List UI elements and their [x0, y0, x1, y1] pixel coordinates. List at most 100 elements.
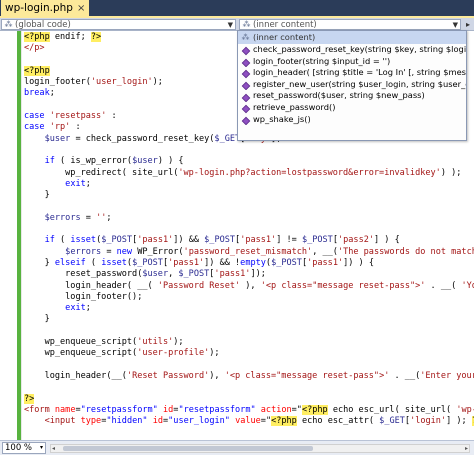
code-token: ( is_wp_error(: [54, 156, 133, 167]
code-token: =: [80, 212, 97, 223]
code-token: ]) &&: [173, 235, 205, 246]
code-token: 'The passwords do not match.': [337, 246, 474, 257]
code-token: "resetpassform": [178, 404, 256, 415]
code-token: }: [24, 257, 55, 268]
code-token: ;: [85, 178, 91, 189]
code-token: endif;: [49, 32, 91, 42]
code-token: "resetpassform": [80, 404, 158, 415]
code-token: . __(: [425, 280, 462, 291]
code-line[interactable]: <input type="hidden" id="user_login" val…: [24, 416, 474, 427]
horizontal-scrollbar[interactable]: ◂ ▸: [50, 444, 470, 453]
code-line[interactable]: $errors = new WP_Error('password_reset_m…: [24, 247, 474, 258]
code-token: =": [291, 404, 302, 415]
scroll-right-icon[interactable]: ▸: [465, 445, 468, 452]
code-token: $user: [44, 133, 71, 144]
code-line[interactable]: [24, 224, 474, 235]
code-token: <input: [44, 416, 76, 427]
code-token: );: [209, 348, 220, 359]
code-token: wp_redirect( site_url(: [24, 167, 179, 178]
code-line[interactable]: <form name="resetpassform" id="resetpass…: [24, 404, 474, 416]
method-icon: [241, 92, 250, 101]
code-token: '<p class="message reset-pass">': [224, 370, 390, 381]
member-dropdown-list[interactable]: ⁂ (inner content) check_password_reset_k…: [237, 30, 467, 141]
chevron-down-icon[interactable]: ▾: [40, 443, 43, 453]
code-line[interactable]: exit;: [24, 303, 474, 314]
dropdown-item[interactable]: login_footer(string $input_id = ''): [238, 56, 466, 68]
code-token: 'password_reset_mismatch': [183, 246, 313, 257]
code-token: ] !=: [276, 235, 302, 246]
code-token: $errors: [65, 246, 102, 257]
code-line[interactable]: [24, 360, 474, 371]
code-token: 'Enter your new passw: [420, 370, 474, 381]
code-token: =: [101, 246, 117, 257]
code-line[interactable]: wp_enqueue_script('user-profile');: [24, 348, 474, 359]
code-token: 'Reset Password': [126, 370, 210, 381]
scrollbar-thumb[interactable]: [63, 446, 313, 451]
scroll-left-icon[interactable]: ◂: [52, 445, 55, 452]
code-line[interactable]: exit;: [24, 179, 474, 190]
dropdown-item[interactable]: check_password_reset_key(string $key, st…: [238, 44, 466, 56]
code-token: type: [80, 416, 102, 427]
code-token: case: [24, 122, 45, 133]
scope-combo[interactable]: ⁂ (global code) ▼: [1, 19, 236, 30]
nav-scroll-icon[interactable]: ▸: [463, 19, 473, 30]
code-line[interactable]: if ( is_wp_error($user) ) {: [24, 156, 474, 167]
dropdown-item[interactable]: login_header( [string $title = 'Log In' …: [238, 67, 466, 79]
code-line[interactable]: wp_redirect( site_url('wp-login.php?acti…: [24, 168, 474, 179]
chevron-down-icon[interactable]: ▼: [453, 20, 458, 29]
close-icon[interactable]: ×: [77, 3, 85, 14]
code-line[interactable]: }: [24, 314, 474, 325]
dropdown-item-label: register_new_user(string $user_login, st…: [253, 78, 466, 89]
code-token: 'pass1': [137, 235, 174, 246]
dropdown-item[interactable]: register_new_user(string $user_login, st…: [238, 79, 466, 91]
code-line[interactable]: [24, 427, 474, 438]
dropdown-item[interactable]: retrieve_password(): [238, 102, 466, 114]
code-token: ?>: [90, 32, 102, 42]
code-token: ?>: [24, 393, 35, 404]
member-combo[interactable]: ⁂ (inner content) ▼: [239, 19, 461, 30]
code-token: $user: [132, 156, 158, 167]
code-line[interactable]: login_footer();: [24, 292, 474, 303]
member-combo-label: (inner content): [253, 19, 317, 30]
dropdown-item[interactable]: wp_shake_js(): [238, 114, 466, 126]
code-token: $_POST: [301, 235, 333, 246]
code-line[interactable]: [24, 382, 474, 393]
code-token: isset: [70, 235, 97, 246]
code-line[interactable]: }: [24, 190, 474, 201]
code-line[interactable]: $errors = '';: [24, 213, 474, 224]
zoom-select[interactable]: 100 % ▾: [2, 442, 46, 454]
chevron-down-icon[interactable]: ▼: [228, 20, 233, 29]
code-token: login_footer(: [24, 77, 91, 88]
code-token: exit: [65, 178, 86, 189]
code-token: :: [70, 122, 81, 133]
code-token: , __(: [312, 246, 338, 257]
document-tab-strip: wp-login.php ×: [0, 0, 474, 18]
code-token: ),: [209, 370, 225, 381]
code-line[interactable]: login_header(__('Reset Password'), '<p c…: [24, 371, 474, 382]
code-line[interactable]: if ( isset($_POST['pass1']) && $_POST['p…: [24, 235, 474, 246]
code-token: <?php: [301, 404, 328, 415]
code-token: <form: [24, 404, 50, 415]
code-line[interactable]: [24, 201, 474, 212]
code-token: $_POST: [132, 257, 163, 268]
scope-icon: ⁂: [241, 33, 250, 42]
code-line[interactable]: login_header( __( 'Password Reset' ), '<…: [24, 281, 474, 292]
dropdown-header[interactable]: ⁂ (inner content): [238, 31, 466, 44]
code-token: 'user_login': [90, 77, 153, 88]
dropdown-item-label: check_password_reset_key(string $key, st…: [253, 44, 466, 54]
code-token: exit: [65, 303, 86, 314]
dropdown-item[interactable]: reset_password($user, string $new_pass): [238, 90, 466, 102]
code-token: break: [24, 88, 50, 99]
code-line[interactable]: wp_enqueue_script('utils');: [24, 337, 474, 348]
code-line[interactable]: [24, 326, 474, 337]
code-token: ) ) {: [157, 156, 184, 167]
code-token: wp_enqueue_script(: [24, 348, 138, 359]
tab-wp-login[interactable]: wp-login.php ×: [1, 0, 90, 17]
code-line[interactable]: } elseif ( isset($_POST['pass1']) && !em…: [24, 258, 474, 269]
code-line[interactable]: ?>: [24, 393, 474, 405]
code-line[interactable]: reset_password($user, $_POST['pass1']);: [24, 269, 474, 280]
code-token: login_header(__(: [24, 370, 127, 381]
code-line[interactable]: [24, 145, 474, 156]
